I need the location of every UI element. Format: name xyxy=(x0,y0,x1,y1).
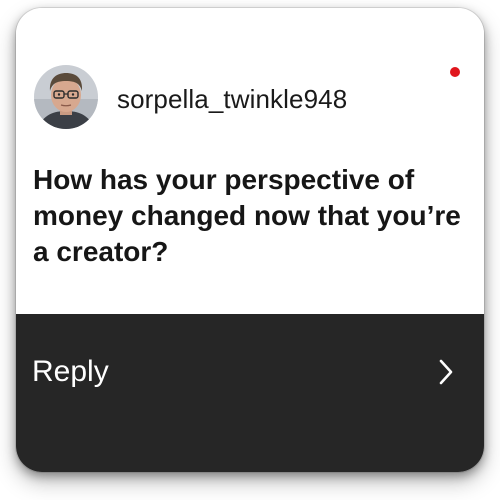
card-body: sorpella_twinkle948 How has your perspec… xyxy=(16,8,484,314)
reply-label: Reply xyxy=(32,355,109,388)
avatar[interactable] xyxy=(34,65,98,129)
unread-indicator-dot xyxy=(450,67,460,77)
question-card: sorpella_twinkle948 How has your perspec… xyxy=(16,8,484,472)
chevron-right-icon xyxy=(438,358,454,386)
stage: sorpella_twinkle948 How has your perspec… xyxy=(0,0,500,500)
avatar-photo-icon xyxy=(34,65,98,129)
username[interactable]: sorpella_twinkle948 xyxy=(117,84,347,114)
reply-button[interactable]: Reply xyxy=(16,314,484,472)
question-text: How has your perspective of money change… xyxy=(33,164,461,267)
